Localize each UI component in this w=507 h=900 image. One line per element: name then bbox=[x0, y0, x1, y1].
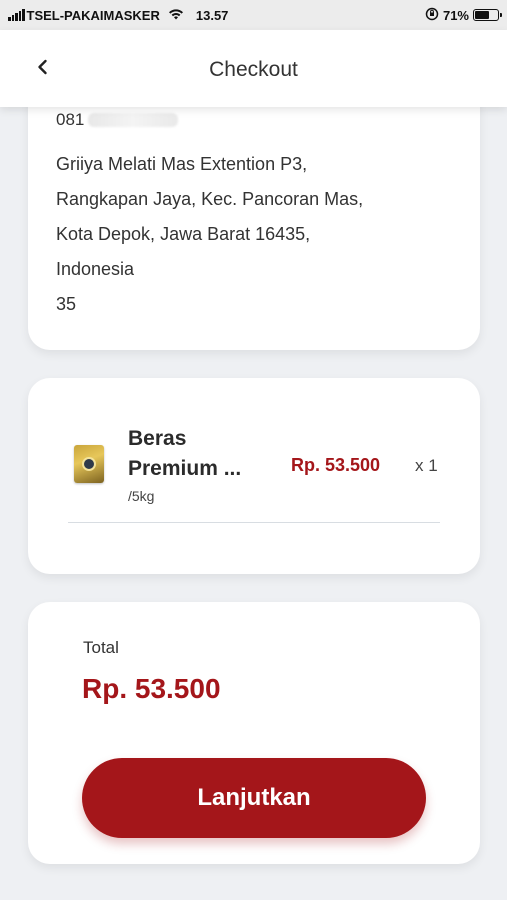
rotation-lock-icon bbox=[425, 7, 439, 24]
redacted-phone-mask bbox=[88, 113, 179, 127]
order-total-card: Total Rp. 53.500 Lanjutkan bbox=[28, 602, 480, 864]
product-unit: /5kg bbox=[128, 488, 155, 504]
total-amount: Rp. 53.500 bbox=[82, 673, 221, 704]
wifi-icon bbox=[168, 8, 184, 23]
total-label: Total bbox=[83, 638, 119, 657]
address-line: Griiya Melati Mas Extention P3, bbox=[56, 154, 308, 174]
product-image bbox=[74, 445, 104, 483]
product-price: Rp. 53.500 bbox=[291, 455, 381, 475]
continue-button[interactable]: Lanjutkan bbox=[82, 758, 426, 838]
address-line: 35 bbox=[56, 294, 77, 314]
carrier-name: TSEL-PAKAIMASKER bbox=[26, 7, 160, 23]
page-title: Checkout bbox=[209, 58, 298, 81]
app-header: Checkout bbox=[0, 30, 507, 107]
divider bbox=[68, 522, 440, 523]
status-bar: TSEL-PAKAIMASKER 13.57 71% bbox=[0, 0, 507, 30]
phone-number: 081 bbox=[56, 110, 85, 129]
address-line: Rangkapan Jaya, Kec. Pancoran Mas, bbox=[56, 189, 364, 209]
signal-icon bbox=[8, 9, 25, 21]
address-line: Kota Depok, Jawa Barat 16435, bbox=[56, 224, 311, 244]
address-phone: 081 bbox=[56, 110, 179, 130]
order-items-card: Beras Premium ... /5kg Rp. 53.500 x 1 bbox=[28, 378, 480, 574]
address-line: Indonesia bbox=[56, 259, 135, 279]
battery-percent: 71% bbox=[442, 7, 469, 23]
battery-icon bbox=[473, 9, 502, 21]
shipping-address-card: 081 Griiya Melati Mas Extention P3, Rang… bbox=[28, 80, 480, 350]
status-time: 13.57 bbox=[195, 7, 229, 23]
product-quantity: x 1 bbox=[415, 456, 438, 475]
product-name: Beras Premium ... bbox=[128, 427, 242, 480]
address-lines: Griiya Melati Mas Extention P3, Rangkapa… bbox=[56, 147, 363, 322]
